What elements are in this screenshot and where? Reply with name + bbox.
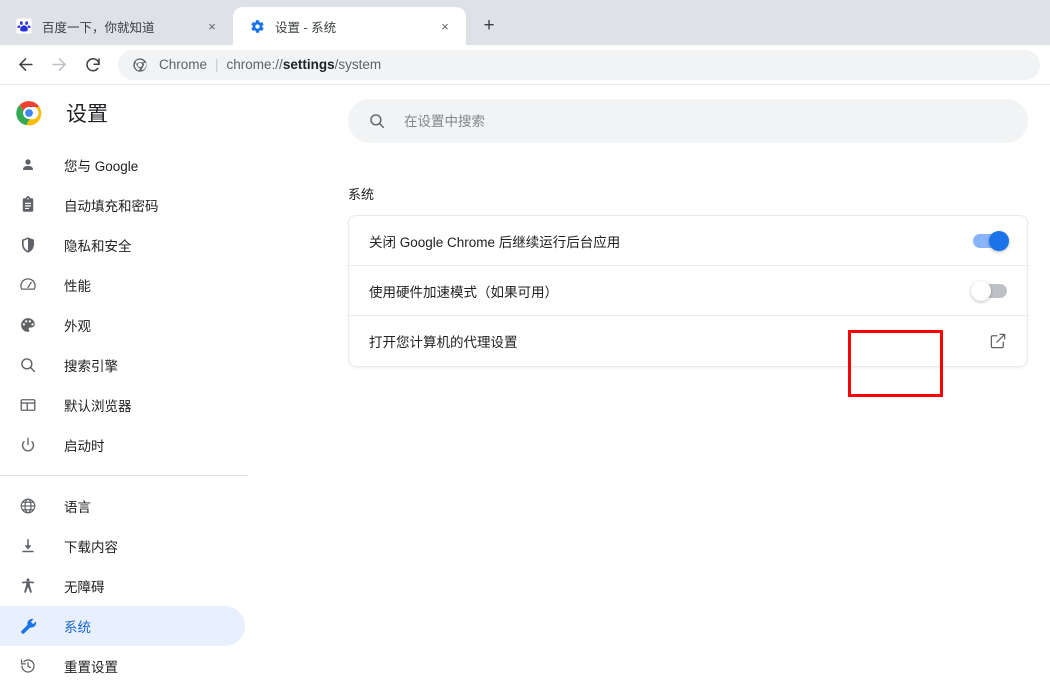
system-settings-card: 关闭 Google Chrome 后继续运行后台应用 使用硬件加速模式（如果可用… xyxy=(348,215,1028,367)
globe-icon xyxy=(18,496,38,516)
omnibox-url: chrome://settings/system xyxy=(227,57,382,72)
url-bold: settings xyxy=(282,57,335,72)
download-icon xyxy=(18,536,38,556)
sidebar-item-label: 重置设置 xyxy=(64,660,118,675)
browser-toolbar: Chrome | chrome://settings/system xyxy=(0,45,1050,85)
sidebar-group-secondary: 语言 下载内容 无障碍 系统 重置设置 xyxy=(0,486,248,682)
browser-tab-baidu[interactable]: 百度一下，你就知道 × xyxy=(0,7,233,45)
sidebar-item-reset-settings[interactable]: 重置设置 xyxy=(0,646,245,682)
sidebar-item-downloads[interactable]: 下载内容 xyxy=(0,526,245,566)
browser-window-icon xyxy=(18,395,38,415)
search-container xyxy=(248,85,1050,143)
url-suffix: /system xyxy=(334,57,382,72)
sidebar-item-privacy-security[interactable]: 隐私和安全 xyxy=(0,225,245,265)
section-heading: 系统 xyxy=(348,187,375,202)
setting-label: 打开您计算机的代理设置 xyxy=(369,335,518,350)
tab-title: 百度一下，你就知道 xyxy=(42,20,155,35)
background-apps-toggle[interactable] xyxy=(973,230,1009,251)
reload-button[interactable] xyxy=(78,50,108,80)
back-button[interactable] xyxy=(10,50,40,80)
sidebar-item-appearance[interactable]: 外观 xyxy=(0,305,245,345)
close-icon[interactable]: × xyxy=(201,15,223,37)
sidebar-item-label: 隐私和安全 xyxy=(64,239,132,254)
shield-icon xyxy=(18,235,38,255)
omnibox-chip: Chrome xyxy=(159,57,208,72)
toggle-knob xyxy=(989,230,1009,251)
address-bar[interactable]: Chrome | chrome://settings/system xyxy=(118,49,1040,80)
settings-main-content: 系统 关闭 Google Chrome 后继续运行后台应用 使用硬件加速模式（如… xyxy=(248,85,1050,682)
palette-icon xyxy=(18,315,38,335)
sidebar-item-languages[interactable]: 语言 xyxy=(0,486,245,526)
setting-row-hardware-acceleration[interactable]: 使用硬件加速模式（如果可用） xyxy=(349,266,1027,316)
search-input[interactable] xyxy=(404,113,1008,129)
chrome-logo-icon xyxy=(16,100,42,126)
sidebar-item-label: 无障碍 xyxy=(64,580,105,595)
gear-icon xyxy=(249,18,265,34)
history-restore-icon xyxy=(18,656,38,676)
sidebar-item-label: 外观 xyxy=(64,319,91,334)
sidebar-item-label: 系统 xyxy=(64,620,91,635)
power-icon xyxy=(18,435,38,455)
toggle-knob xyxy=(971,280,991,301)
sidebar-item-label: 您与 Google xyxy=(64,159,139,174)
hardware-acceleration-toggle[interactable] xyxy=(971,280,1007,301)
chrome-page-icon xyxy=(132,57,148,73)
settings-sidebar: 设置 您与 Google 自动填充和密码 隐私和安全 性能 外观 搜索引擎 默认… xyxy=(0,85,248,682)
setting-label: 使用硬件加速模式（如果可用） xyxy=(369,284,558,300)
tab-title: 设置 - 系统 xyxy=(275,20,337,35)
sidebar-item-default-browser[interactable]: 默认浏览器 xyxy=(0,385,245,425)
sidebar-item-you-and-google[interactable]: 您与 Google xyxy=(0,145,245,185)
sidebar-item-performance[interactable]: 性能 xyxy=(0,265,245,305)
baidu-paw-icon xyxy=(16,18,32,34)
omnibox-separator: | xyxy=(215,57,219,72)
sidebar-header: 设置 xyxy=(0,85,248,141)
setting-row-background-apps[interactable]: 关闭 Google Chrome 后继续运行后台应用 xyxy=(349,216,1027,266)
clipboard-icon xyxy=(18,195,38,215)
search-icon xyxy=(368,112,386,130)
sidebar-item-label: 默认浏览器 xyxy=(64,399,132,414)
forward-button[interactable] xyxy=(44,50,74,80)
sidebar-group-primary: 您与 Google 自动填充和密码 隐私和安全 性能 外观 搜索引擎 默认浏览器… xyxy=(0,141,248,465)
sidebar-item-accessibility[interactable]: 无障碍 xyxy=(0,566,245,606)
sidebar-item-label: 性能 xyxy=(64,279,91,294)
sidebar-item-label: 启动时 xyxy=(64,439,105,454)
browser-tab-settings[interactable]: 设置 - 系统 × xyxy=(233,7,466,45)
sidebar-item-label: 语言 xyxy=(64,500,91,515)
settings-search-bar[interactable] xyxy=(348,99,1028,143)
person-icon xyxy=(18,155,38,175)
close-icon[interactable]: × xyxy=(434,15,456,37)
new-tab-button[interactable]: + xyxy=(474,11,504,41)
gauge-icon xyxy=(18,275,38,295)
wrench-icon xyxy=(18,616,38,636)
setting-label: 关闭 Google Chrome 后继续运行后台应用 xyxy=(369,234,621,250)
sidebar-item-label: 搜索引擎 xyxy=(64,359,118,374)
sidebar-item-system[interactable]: 系统 xyxy=(0,606,245,646)
sidebar-item-search-engine[interactable]: 搜索引擎 xyxy=(0,345,245,385)
sidebar-divider xyxy=(0,475,248,476)
external-link-icon[interactable] xyxy=(989,332,1007,350)
setting-row-proxy-settings[interactable]: 打开您计算机的代理设置 xyxy=(349,316,1027,366)
sidebar-title: 设置 xyxy=(66,103,108,126)
sidebar-item-label: 自动填充和密码 xyxy=(64,199,159,214)
sidebar-item-autofill-passwords[interactable]: 自动填充和密码 xyxy=(0,185,245,225)
tab-strip: 百度一下，你就知道 × 设置 - 系统 × + xyxy=(0,0,1050,45)
sidebar-item-label: 下载内容 xyxy=(64,540,118,555)
accessibility-icon xyxy=(18,576,38,596)
settings-page: 设置 您与 Google 自动填充和密码 隐私和安全 性能 外观 搜索引擎 默认… xyxy=(0,85,1050,682)
search-icon xyxy=(18,355,38,375)
url-prefix: chrome:// xyxy=(226,57,283,72)
sidebar-item-on-startup[interactable]: 启动时 xyxy=(0,425,245,465)
